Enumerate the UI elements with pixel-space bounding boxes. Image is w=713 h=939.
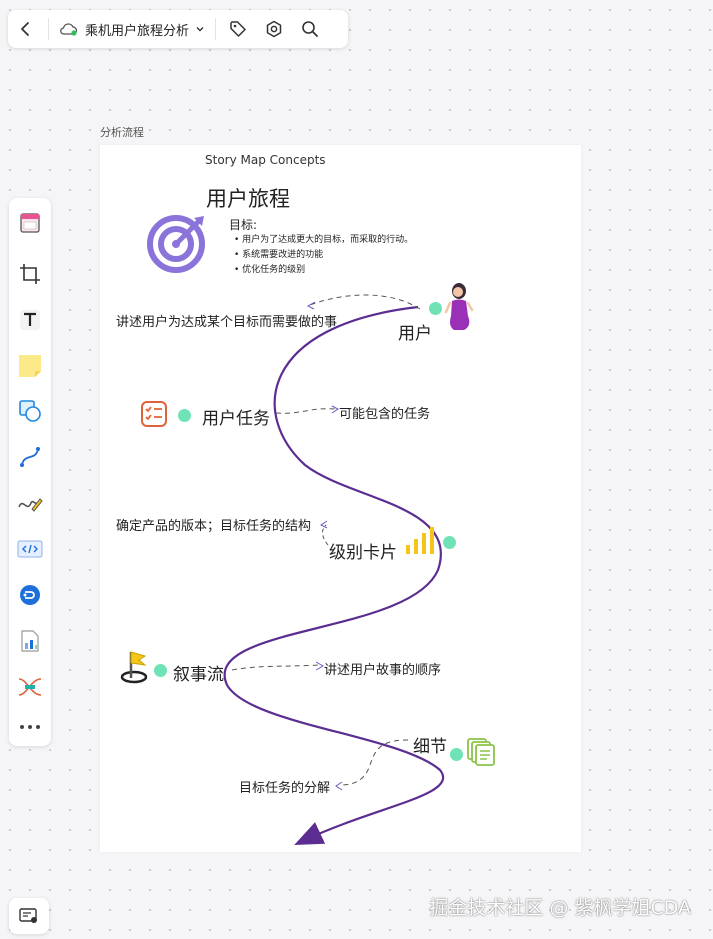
task-connector-arrow — [331, 405, 339, 414]
user-connector — [309, 294, 421, 310]
task-label: 用户任务 — [202, 409, 270, 429]
task-list-icon — [141, 401, 167, 427]
goal-item: • 系统需要改进的功能 — [234, 250, 324, 260]
connector-icon — [20, 447, 40, 467]
narrative-connector-arrow — [315, 661, 325, 671]
more-tool[interactable] — [13, 710, 47, 744]
detail-label: 细节 — [413, 737, 447, 757]
divider — [215, 18, 217, 40]
level-label: 级别卡片 — [329, 543, 397, 563]
goal-list: • 用户为了达成更大的目标，而采取的行动。 • 系统需要改进的功能 • 优化任务… — [234, 233, 413, 278]
settings-icon — [266, 20, 282, 38]
user-connector-arrow — [306, 301, 316, 310]
text-tool[interactable] — [13, 303, 47, 337]
watermark: 掘金技术社区 @ 紫枫学姐CDA — [429, 897, 691, 919]
goal-label: 目标: — [229, 218, 258, 232]
minimap-button[interactable] — [9, 898, 49, 934]
goal-item: • 用户为了达成更大的目标，而采取的行动。 — [234, 235, 414, 245]
code-block-tool[interactable] — [13, 532, 47, 566]
pen-icon — [18, 498, 43, 512]
detail-note: 目标任务的分解 — [239, 781, 331, 796]
bar-chart-icon — [406, 527, 434, 554]
goal-text: 优化任务的级别 — [242, 265, 306, 275]
search-button[interactable] — [292, 10, 328, 48]
frame-template-icon — [20, 213, 40, 233]
level-node-dot — [443, 536, 456, 549]
sticky-note-icon — [19, 355, 41, 377]
level-connector-arrow — [320, 520, 328, 529]
task-connector — [275, 408, 337, 414]
detail-connector — [339, 739, 409, 786]
text-icon — [20, 310, 40, 330]
document-title-dropdown[interactable]: 乘机用户旅程分析 — [53, 10, 211, 48]
chevron-down-icon — [196, 27, 204, 32]
goal-item: • 优化任务的级别 — [234, 265, 306, 275]
narrative-node-dot — [154, 664, 167, 677]
pages-icon — [467, 738, 495, 766]
crop-frame-tool[interactable] — [13, 257, 47, 291]
user-label: 用户 — [398, 324, 432, 344]
mind-map-tool[interactable] — [13, 578, 47, 612]
tag-button[interactable] — [220, 10, 256, 48]
flow-icon — [18, 678, 42, 696]
chart-tool[interactable] — [13, 624, 47, 658]
level-note: 确定产品的版本；目标任务的结构 — [116, 519, 312, 534]
flag-icon — [120, 651, 148, 684]
person-avatar-icon — [444, 283, 474, 330]
mind-map-icon — [20, 585, 40, 605]
left-toolbar — [9, 198, 51, 746]
more-icon — [20, 725, 40, 729]
goal-text: 用户为了达成更大的目标，而采取的行动。 — [242, 235, 414, 245]
crop-frame-icon — [20, 264, 40, 284]
sticky-note-tool[interactable] — [13, 349, 47, 383]
pen-tool[interactable] — [13, 486, 47, 520]
narrative-connector — [231, 664, 321, 671]
back-button[interactable] — [8, 10, 44, 48]
detail-connector-arrow — [335, 781, 343, 791]
map-pin-icon — [19, 908, 37, 923]
settings-button[interactable] — [256, 10, 292, 48]
task-node-dot — [178, 409, 191, 422]
level-connector — [322, 524, 329, 546]
journey-curve — [223, 305, 444, 846]
detail-node-dot — [450, 748, 463, 761]
cloud-sync-icon — [60, 23, 78, 36]
goal-text: 系统需要改进的功能 — [242, 250, 324, 260]
top-toolbar: 乘机用户旅程分析 — [8, 10, 348, 48]
target-icon — [147, 215, 205, 273]
narrative-label: 叙事流 — [173, 665, 224, 685]
task-note: 可能包含的任务 — [339, 407, 431, 422]
user-node-dot — [429, 302, 442, 315]
frame-template-tool[interactable] — [13, 206, 47, 240]
connector-tool[interactable] — [13, 440, 47, 474]
shape-tool[interactable] — [13, 394, 47, 428]
divider — [48, 18, 49, 40]
subtitle: Story Map Concepts — [205, 153, 326, 167]
code-block-icon — [17, 540, 43, 558]
board-title: 用户旅程 — [206, 187, 290, 211]
tag-icon — [230, 21, 246, 37]
search-icon — [302, 21, 318, 37]
user-note: 讲述用户为达成某个目标而需要做的事 — [116, 315, 338, 330]
shape-icon — [19, 400, 41, 422]
document-title: 乘机用户旅程分析 — [85, 23, 190, 39]
story-map-board[interactable]: Story Map Concepts 用户旅程 目标: • 用户为了达成更大的目… — [100, 145, 581, 852]
chart-icon — [21, 630, 39, 652]
narrative-note: 讲述用户故事的顺序 — [324, 663, 442, 678]
frame-label[interactable]: 分析流程 — [100, 124, 144, 140]
back-arrow-icon — [21, 22, 29, 36]
flow-tool[interactable] — [13, 670, 47, 704]
